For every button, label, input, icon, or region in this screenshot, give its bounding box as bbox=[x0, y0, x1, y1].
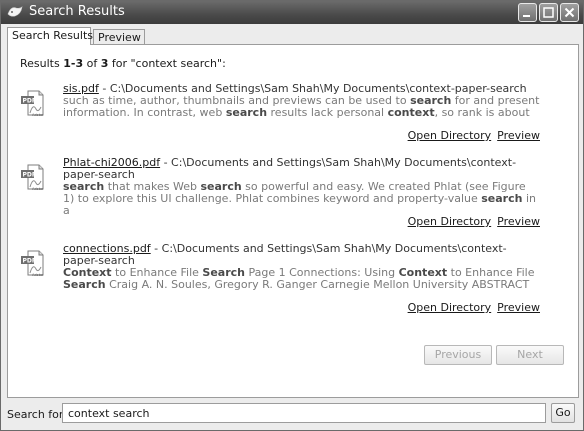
snippet-text: , so rank is about bbox=[434, 106, 530, 119]
svg-text:Adobe: Adobe bbox=[32, 273, 43, 277]
svg-text:PDF: PDF bbox=[23, 98, 36, 105]
open-directory-link[interactable]: Open Directory bbox=[408, 301, 492, 314]
previous-button[interactable]: Previous bbox=[424, 345, 492, 365]
preview-link[interactable]: Preview bbox=[497, 129, 540, 142]
result-text: connections.pdf - C:\Documents and Setti… bbox=[63, 243, 540, 291]
results-panel: Results 1-3 of 3 for "context search": P… bbox=[7, 44, 579, 398]
pdf-file-icon: PDF Adobe bbox=[21, 90, 44, 117]
tab-preview[interactable]: Preview bbox=[93, 29, 145, 44]
snippet-text: results lack personal bbox=[267, 106, 388, 119]
pdf-file-icon: PDF Adobe bbox=[21, 250, 44, 277]
result-item: PDF Adobe Phlat-chi2006.pdf - C:\Documen… bbox=[20, 157, 540, 228]
highlighted-term: search bbox=[225, 106, 268, 119]
minimize-button[interactable] bbox=[518, 3, 537, 22]
minimize-icon bbox=[523, 15, 530, 17]
highlighted-term: search bbox=[481, 192, 523, 205]
result-snippet: Context to Enhance File Search Page 1 Co… bbox=[63, 266, 535, 291]
svg-text:Adobe: Adobe bbox=[32, 187, 43, 191]
tab-search-results[interactable]: Search Results bbox=[7, 27, 93, 45]
highlighted-term: context bbox=[387, 106, 435, 119]
open-directory-link[interactable]: Open Directory bbox=[408, 215, 492, 228]
window-title: Search Results bbox=[29, 4, 125, 19]
result-item: PDF Adobe connections.pdf - C:\Documents… bbox=[20, 243, 540, 314]
go-button[interactable]: Go bbox=[551, 403, 575, 423]
search-input[interactable] bbox=[62, 403, 546, 423]
svg-text:PDF: PDF bbox=[23, 258, 36, 265]
search-results-window: Search Results Search Results Preview Re… bbox=[0, 0, 584, 431]
result-actions: Open Directory Preview bbox=[402, 301, 540, 314]
result-text: sis.pdf - C:\Documents and Settings\Sam … bbox=[63, 83, 540, 119]
result-actions: Open Directory Preview bbox=[402, 129, 540, 142]
snippet-text: Craig A. N. Soules, Gregory R. Ganger Ca… bbox=[105, 278, 530, 291]
open-directory-link[interactable]: Open Directory bbox=[408, 129, 492, 142]
results-summary: Results 1-3 of 3 for "context search": bbox=[20, 57, 226, 70]
preview-link[interactable]: Preview bbox=[497, 301, 540, 314]
title-bar[interactable]: Search Results bbox=[1, 1, 583, 24]
svg-text:Adobe: Adobe bbox=[32, 113, 43, 117]
highlighted-term: Search bbox=[63, 278, 106, 291]
close-button[interactable] bbox=[560, 3, 579, 22]
preview-link[interactable]: Preview bbox=[497, 215, 540, 228]
result-text: Phlat-chi2006.pdf - C:\Documents and Set… bbox=[63, 157, 540, 217]
result-snippet: such as time, author, thumbnails and pre… bbox=[63, 94, 539, 119]
close-icon bbox=[564, 7, 575, 18]
search-bar: Search for: Go bbox=[1, 402, 583, 430]
result-snippet: search that makes Web search so powerful… bbox=[63, 180, 536, 217]
app-icon bbox=[7, 6, 23, 17]
result-actions: Open Directory Preview bbox=[402, 215, 540, 228]
pdf-file-icon: PDF Adobe bbox=[21, 164, 44, 191]
next-button[interactable]: Next bbox=[496, 345, 564, 365]
svg-text:PDF: PDF bbox=[23, 172, 36, 179]
results-range: 1-3 bbox=[63, 57, 84, 70]
search-label: Search for: bbox=[7, 408, 67, 421]
result-item: PDF Adobe sis.pdf - C:\Documents and Set… bbox=[20, 83, 540, 142]
maximize-button[interactable] bbox=[539, 3, 558, 22]
maximize-icon bbox=[543, 7, 554, 18]
